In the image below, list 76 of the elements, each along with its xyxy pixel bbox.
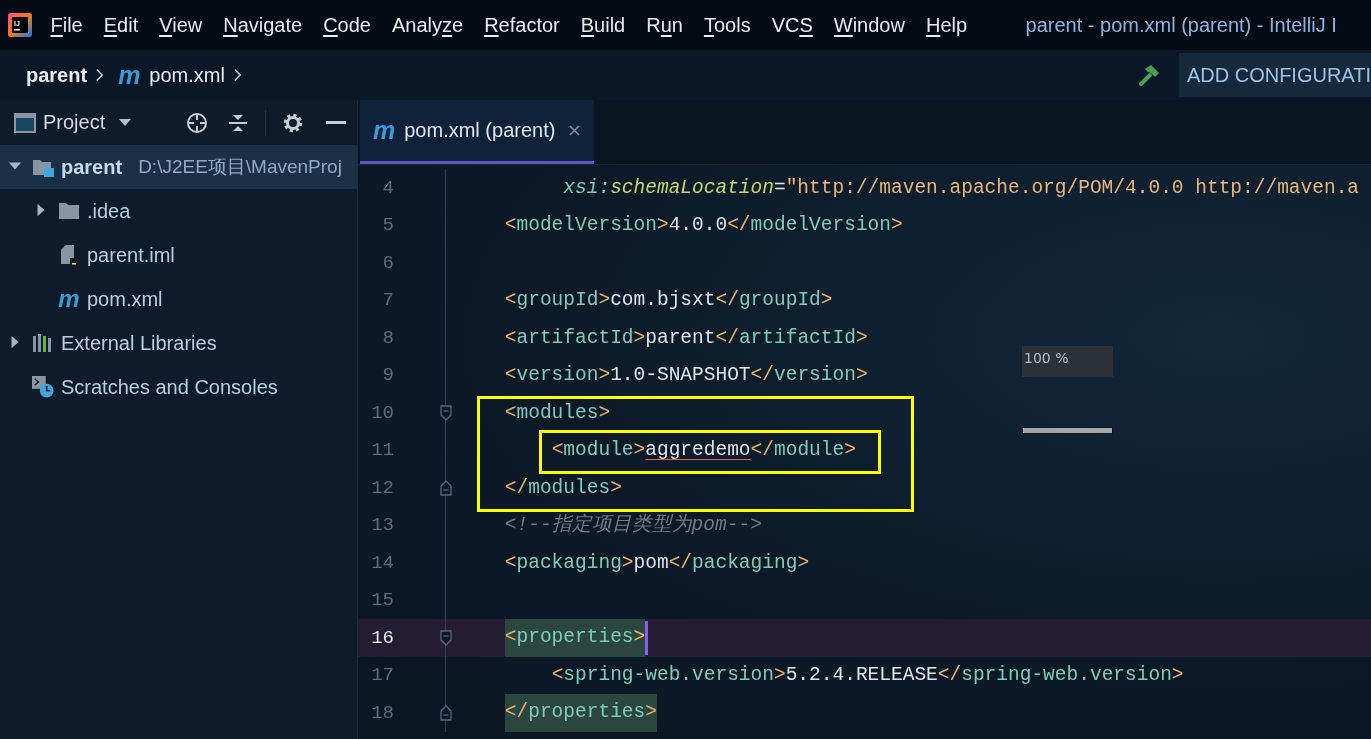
code-line: <!--指定项目类型为pom--> — [504, 514, 762, 537]
code-line: <modules> — [504, 401, 611, 424]
tree-item[interactable]: Scratches and Consoles — [0, 365, 357, 409]
menu-item[interactable]: Help — [915, 13, 978, 37]
menu-item[interactable]: Run — [635, 13, 694, 37]
panel-icon — [14, 112, 36, 133]
line-number: 9 — [381, 364, 394, 387]
menu-item[interactable]: Refactor — [473, 13, 571, 37]
code-line: <modelVersion>4.0.0</modelVersion> — [504, 214, 903, 237]
menu-item[interactable]: Tools — [693, 13, 762, 37]
chevron-icon — [95, 67, 105, 83]
breadcrumb-item[interactable]: parent — [26, 63, 88, 87]
crosshair-icon[interactable] — [186, 111, 208, 134]
line-number: 13 — [370, 514, 394, 537]
line-number: 16 — [370, 626, 394, 649]
collapse-all-icon[interactable] — [228, 112, 248, 133]
code-line: <spring-web.version>5.2.4.RELEASE</spring-web.version> — [551, 664, 1184, 687]
text-caret — [645, 620, 649, 655]
caret-icon — [119, 118, 132, 127]
minimize-icon[interactable] — [326, 120, 346, 125]
line-number: 18 — [370, 701, 394, 724]
editor-tab[interactable]: m pom.xml (parent) — [360, 100, 595, 164]
menu-item[interactable]: View — [148, 13, 213, 37]
menu-item[interactable]: Analyze — [381, 13, 474, 37]
code-line: xsi:schemaLocation="http://maven.apache.org/POM/4.0.0 http://maven.a — [563, 176, 1360, 199]
code-line: <version>1.0-SNAPSHOT</version> — [504, 364, 868, 387]
fold-end-icon[interactable] — [440, 704, 452, 721]
line-number: 10 — [370, 401, 394, 424]
m-file-icon: m — [58, 287, 80, 311]
view-selector[interactable]: Project — [43, 111, 132, 134]
menu-item[interactable]: Edit — [93, 13, 149, 37]
breadcrumb-item[interactable]: m pom.xml — [118, 62, 225, 88]
fold-start-icon[interactable] — [440, 629, 452, 646]
tree-item[interactable]: External Libraries — [0, 321, 357, 365]
fold-end-icon[interactable] — [440, 479, 452, 496]
scratch-console-icon — [32, 376, 54, 398]
add-configuration-button[interactable]: ADD CONFIGURATI — [1178, 53, 1371, 97]
fold-start-icon[interactable] — [440, 404, 452, 421]
percent-label: 100 % — [1022, 346, 1113, 377]
line-number: 7 — [381, 289, 394, 312]
line-number: 8 — [381, 326, 394, 349]
hammer-icon[interactable] — [1136, 63, 1161, 87]
chevron-icon — [232, 67, 242, 83]
menu-item[interactable]: Navigate — [212, 13, 313, 37]
line-number: 11 — [370, 439, 394, 462]
menu-item[interactable]: VCS — [761, 13, 824, 37]
close-icon[interactable] — [569, 125, 581, 136]
project-path: D:\J2EE项目\MavenProj — [138, 155, 342, 179]
line-number: 5 — [381, 214, 394, 237]
line-number: 12 — [370, 476, 394, 499]
m-file-icon: m — [373, 118, 396, 143]
menu-item[interactable]: Build — [570, 13, 636, 37]
line-number: 4 — [381, 176, 394, 199]
line-number: 14 — [370, 551, 394, 574]
menu-item[interactable]: File — [40, 13, 94, 37]
line-number: 17 — [370, 664, 394, 687]
menu-item[interactable]: Code — [312, 13, 382, 37]
tree-item[interactable]: m pom.xml — [0, 277, 357, 321]
code-line: <module>aggredemo</module> — [551, 439, 856, 462]
line-number: 15 — [370, 589, 394, 612]
menu-item[interactable]: Window — [823, 13, 916, 37]
code-line: <packaging>pom</packaging> — [504, 551, 810, 574]
settings-icon[interactable] — [283, 112, 303, 133]
file-icon — [60, 244, 78, 266]
tree-item[interactable]: parent.iml — [0, 233, 357, 277]
code-line: <groupId>com.bjsxt</groupId> — [504, 289, 833, 312]
folder-icon — [58, 201, 80, 221]
tree-item[interactable]: .idea — [0, 189, 357, 233]
code-line: </modules> — [504, 476, 622, 499]
library-icon — [32, 333, 54, 353]
window-title: parent - pom.xml (parent) - IntelliJ I — [1025, 13, 1337, 37]
code-line: <artifactId>parent</artifactId> — [504, 326, 868, 349]
line-number: 6 — [381, 251, 394, 274]
m-file-icon: m — [118, 62, 141, 88]
module-folder-icon — [32, 157, 54, 177]
tree-item[interactable]: parent D:\J2EE项目\MavenProj — [0, 145, 357, 189]
